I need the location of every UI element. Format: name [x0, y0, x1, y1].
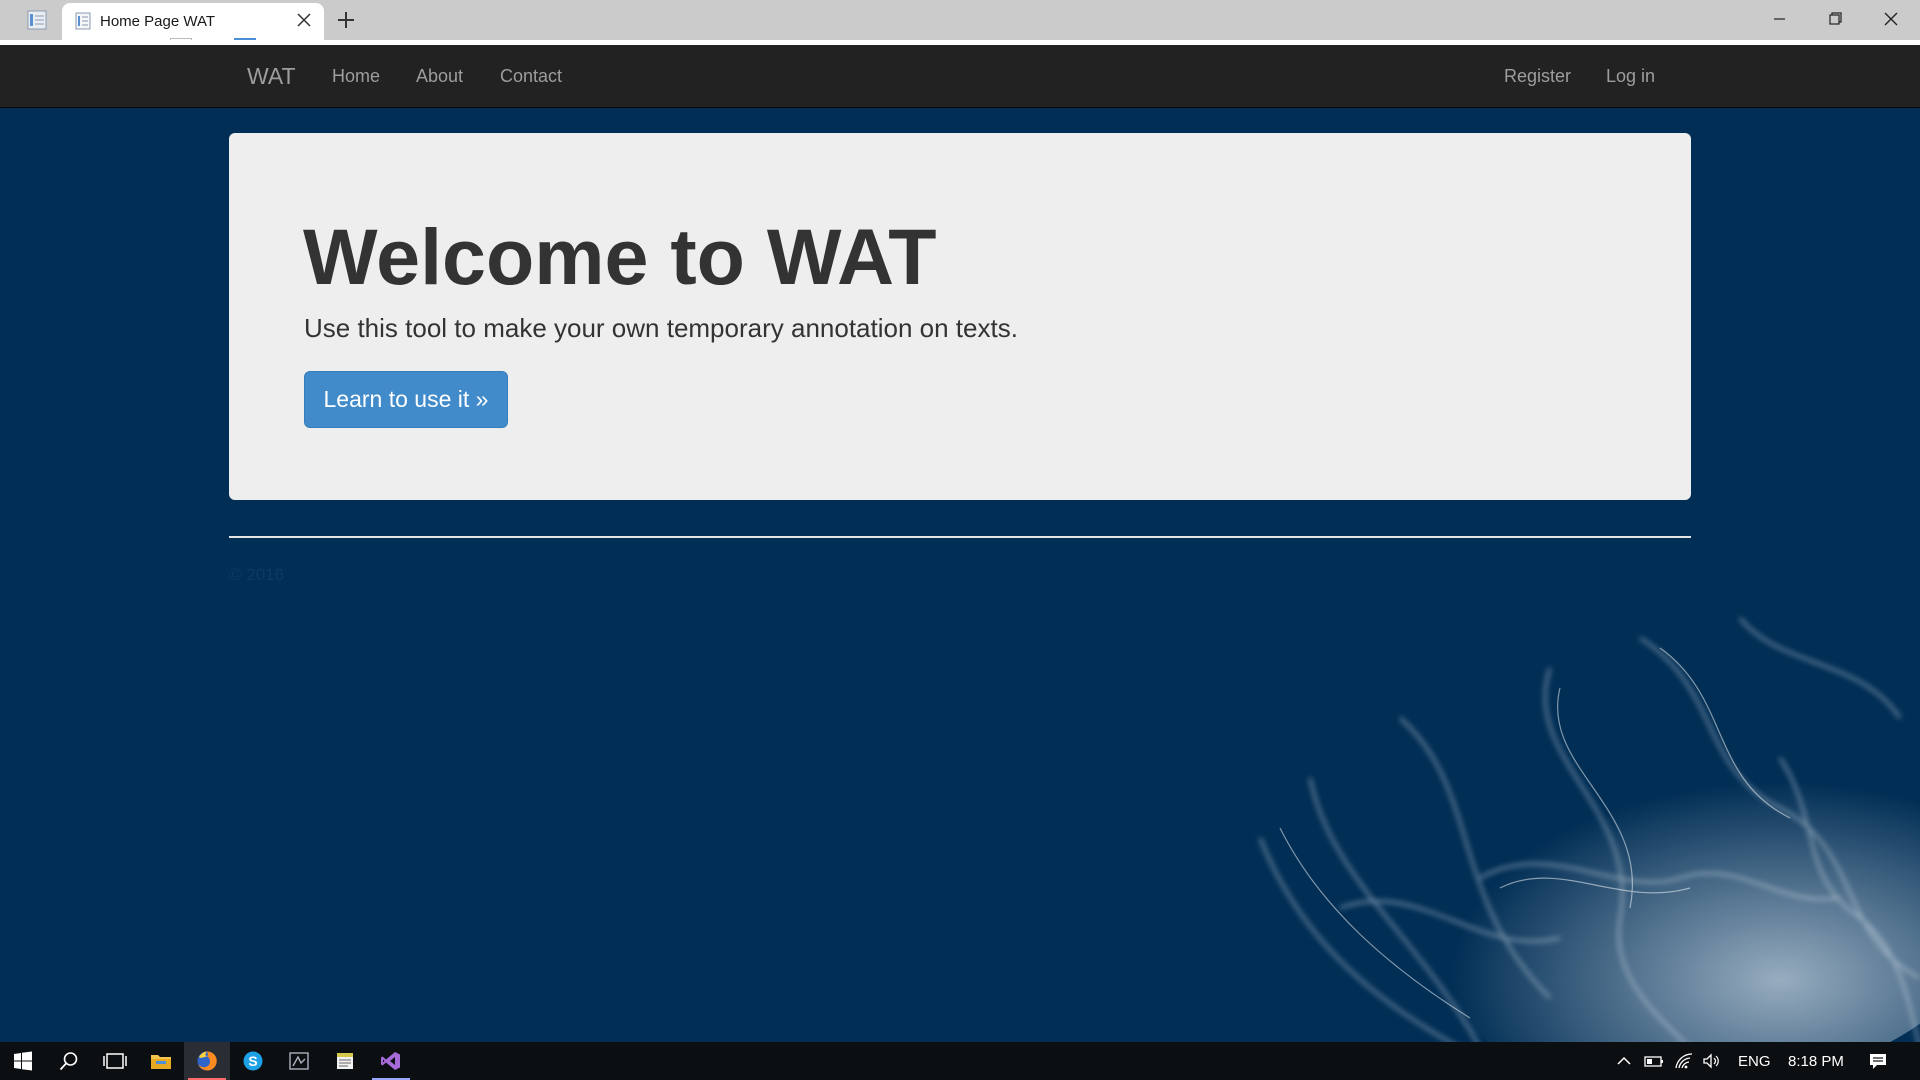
brand-link[interactable]: WAT [247, 63, 296, 90]
browser-tab-strip: Home Page WAT [0, 0, 1920, 41]
nav-link-login[interactable]: Log in [1606, 66, 1655, 87]
nav-link-home[interactable]: Home [332, 66, 380, 87]
lead-text: Use this tool to make your own temporary… [304, 313, 1018, 343]
volume-icon[interactable] [1702, 1052, 1722, 1070]
language-indicator[interactable]: ENG [1738, 1053, 1771, 1070]
welcome-jumbotron: Welcome to WAT Use this tool to make you… [229, 133, 1691, 500]
learn-button[interactable]: Learn to use it » [304, 371, 508, 428]
footer-copyright: © 2016 [229, 565, 285, 584]
svg-text:S: S [248, 1053, 257, 1069]
page-icon [75, 12, 91, 30]
nav-link-contact[interactable]: Contact [500, 66, 562, 87]
task-view-icon [103, 1053, 127, 1069]
clock[interactable]: 8:18 PM [1788, 1053, 1844, 1070]
start-button[interactable] [0, 1042, 46, 1080]
file-explorer-icon [151, 1055, 171, 1069]
firefox-button[interactable] [184, 1042, 230, 1080]
visual-studio-button[interactable] [368, 1042, 414, 1080]
restore-icon[interactable] [1812, 6, 1858, 32]
tab-list-icon[interactable] [26, 10, 48, 30]
notepad-button[interactable] [322, 1042, 368, 1080]
skype-button[interactable]: S [230, 1042, 276, 1080]
nav-link-register[interactable]: Register [1504, 66, 1571, 87]
task-view-button[interactable] [92, 1042, 138, 1080]
app-icon [289, 1052, 309, 1070]
start-icon [14, 1051, 32, 1071]
battery-icon[interactable] [1644, 1052, 1664, 1070]
close-icon[interactable] [1868, 6, 1914, 32]
visual-studio-icon [381, 1052, 400, 1070]
app-navbar: WAT Home About Contact Register Log in [0, 45, 1920, 108]
smoke-wallpaper-image [1258, 617, 1920, 1042]
windows-taskbar: S ENG 8:18 PM [0, 1042, 1920, 1080]
page-title: Welcome to WAT [303, 212, 937, 301]
chevron-up-icon[interactable] [1614, 1052, 1634, 1070]
wifi-icon[interactable] [1674, 1052, 1694, 1070]
nav-link-about[interactable]: About [416, 66, 463, 87]
file-explorer-button[interactable] [138, 1042, 184, 1080]
close-tab-icon[interactable] [296, 12, 312, 28]
skype-icon: S [243, 1051, 263, 1071]
search-button[interactable] [46, 1042, 92, 1080]
action-center-icon[interactable] [1868, 1052, 1888, 1070]
firefox-icon [197, 1051, 217, 1071]
plus-icon[interactable] [334, 8, 358, 32]
minimize-icon[interactable] [1756, 6, 1802, 32]
footer-divider [229, 536, 1691, 538]
browser-tab[interactable]: Home Page WAT [62, 3, 324, 41]
tab-title: Home Page WAT [100, 13, 216, 30]
app-button[interactable] [276, 1042, 322, 1080]
search-icon [59, 1052, 78, 1071]
notepad-icon [337, 1053, 353, 1069]
